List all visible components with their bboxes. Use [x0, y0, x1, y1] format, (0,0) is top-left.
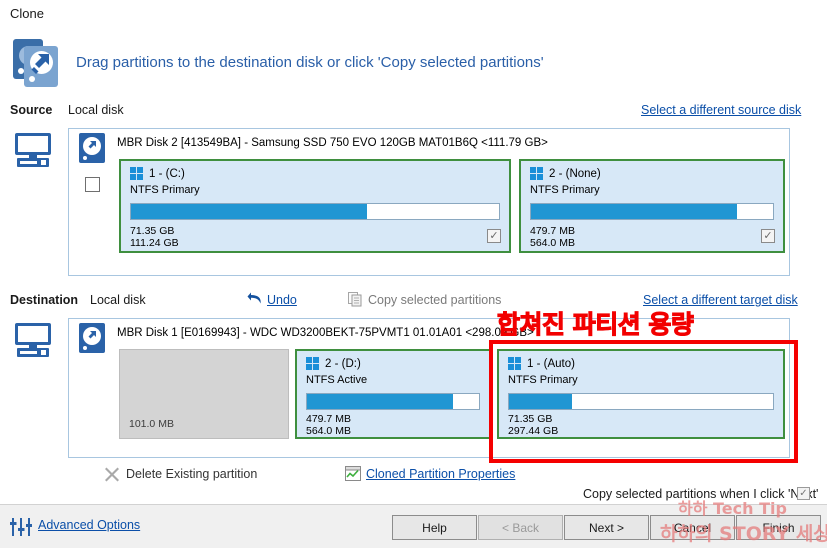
source-partition-2[interactable]: 2 - (None) NTFS Primary 479.7 MB 564.0 M…	[519, 159, 785, 253]
partition-usage-bar	[306, 393, 480, 410]
windows-logo-icon	[508, 357, 521, 370]
unallocated-size: 101.0 MB	[129, 418, 174, 430]
source-computer-icon	[13, 133, 53, 167]
delete-existing-partition-label[interactable]: Delete Existing partition	[126, 467, 257, 481]
partition-usage-bar	[130, 203, 500, 220]
partition-header: 1 - (C:)	[130, 167, 185, 180]
cloned-partition-properties-icon[interactable]	[345, 466, 361, 481]
source-disk-title: MBR Disk 2 [413549BA] - Samsung SSD 750 …	[117, 137, 548, 149]
header-instruction: Drag partitions to the destination disk …	[76, 53, 544, 71]
copy-on-next-checkbox[interactable]: ✓	[797, 487, 810, 500]
footer-bar: Advanced Options Help < Back Next > Canc…	[0, 504, 827, 548]
delete-partition-icon[interactable]	[104, 466, 120, 482]
partition-name: 2 - (None)	[549, 167, 601, 180]
copy-selected-partitions-label[interactable]: Copy selected partitions	[368, 293, 501, 307]
help-button[interactable]: Help	[392, 515, 477, 540]
arrow-glyph	[31, 54, 49, 74]
partition-checkbox[interactable]: ✓	[487, 229, 501, 243]
back-button: < Back	[478, 515, 563, 540]
source-disk-panel[interactable]: MBR Disk 2 [413549BA] - Samsung SSD 750 …	[68, 128, 790, 276]
next-button[interactable]: Next >	[564, 515, 649, 540]
cloned-partition-properties-link[interactable]: Cloned Partition Properties	[366, 467, 515, 481]
partition-name: 2 - (D:)	[325, 357, 361, 370]
destination-partition-2[interactable]: 1 - (Auto) NTFS Primary 71.35 GB 297.44 …	[497, 349, 785, 439]
destination-partition-1[interactable]: 2 - (D:) NTFS Active 479.7 MB 564.0 MB	[295, 349, 491, 439]
hard-disk-icon	[79, 323, 105, 353]
undo-link[interactable]: Undo	[267, 293, 297, 307]
partition-total: 297.44 GB	[508, 425, 559, 437]
partition-usage-bar	[530, 203, 774, 220]
partition-filesystem: NTFS Primary	[508, 374, 578, 386]
partition-total: 564.0 MB	[530, 237, 575, 249]
advanced-options-link[interactable]: Advanced Options	[38, 518, 140, 532]
partition-total: 564.0 MB	[306, 425, 351, 437]
partition-sizes: 479.7 MB 564.0 MB	[306, 413, 351, 437]
header-banner: Drag partitions to the destination disk …	[10, 34, 810, 90]
destination-unallocated-space[interactable]: 101.0 MB	[119, 349, 289, 439]
destination-label: Destination	[10, 293, 79, 307]
partition-used: 479.7 MB	[530, 225, 575, 237]
partition-usage-bar	[508, 393, 774, 410]
clone-wizard-window: Clone Drag partitions to the destination…	[0, 0, 827, 548]
copy-partitions-icon	[348, 292, 362, 307]
partition-header: 2 - (None)	[530, 167, 601, 180]
partition-sizes: 71.35 GB 297.44 GB	[508, 413, 558, 437]
copy-on-next-label: Copy selected partitions when I click 'N…	[583, 487, 819, 501]
advanced-options-icon[interactable]	[10, 517, 32, 537]
annotation-red-text: 합쳐진 파티션 용량	[496, 310, 694, 340]
partition-name: 1 - (C:)	[149, 167, 185, 180]
hard-disk-icon	[79, 133, 105, 163]
finish-button[interactable]: Finish	[736, 515, 821, 540]
partition-filesystem: NTFS Primary	[130, 184, 200, 196]
partition-used: 71.35 GB	[130, 225, 175, 237]
partition-used: 479.7 MB	[306, 413, 351, 425]
partition-filesystem: NTFS Primary	[530, 184, 600, 196]
source-partition-1[interactable]: 1 - (C:) NTFS Primary 71.35 GB 111.24 GB…	[119, 159, 511, 253]
partition-name: 1 - (Auto)	[527, 357, 575, 370]
destination-type: Local disk	[90, 293, 146, 307]
clone-disks-icon	[10, 36, 66, 88]
partition-sizes: 71.35 GB 111.24 GB	[130, 225, 179, 249]
partition-used: 71.35 GB	[508, 413, 553, 425]
partition-sizes: 479.7 MB 564.0 MB	[530, 225, 575, 249]
source-label: Source	[10, 103, 53, 117]
destination-disk-title: MBR Disk 1 [E0169943] - WDC WD3200BEKT-7…	[117, 327, 534, 339]
windows-logo-icon	[306, 357, 319, 370]
window-title: Clone	[10, 6, 44, 21]
destination-computer-icon	[13, 323, 53, 357]
undo-icon[interactable]	[247, 292, 263, 307]
source-type: Local disk	[68, 103, 124, 117]
partition-header: 1 - (Auto)	[508, 357, 575, 370]
select-different-source-disk-link[interactable]: Select a different source disk	[641, 103, 801, 117]
windows-logo-icon	[130, 167, 143, 180]
partition-filesystem: NTFS Active	[306, 374, 368, 386]
windows-logo-icon	[530, 167, 543, 180]
cancel-button[interactable]: Cancel	[650, 515, 735, 540]
source-disk-header: MBR Disk 2 [413549BA] - Samsung SSD 750 …	[69, 129, 789, 163]
partition-total: 111.24 GB	[130, 237, 179, 249]
partition-checkbox[interactable]: ✓	[761, 229, 775, 243]
source-disk-select-checkbox[interactable]	[85, 177, 100, 192]
partition-header: 2 - (D:)	[306, 357, 361, 370]
